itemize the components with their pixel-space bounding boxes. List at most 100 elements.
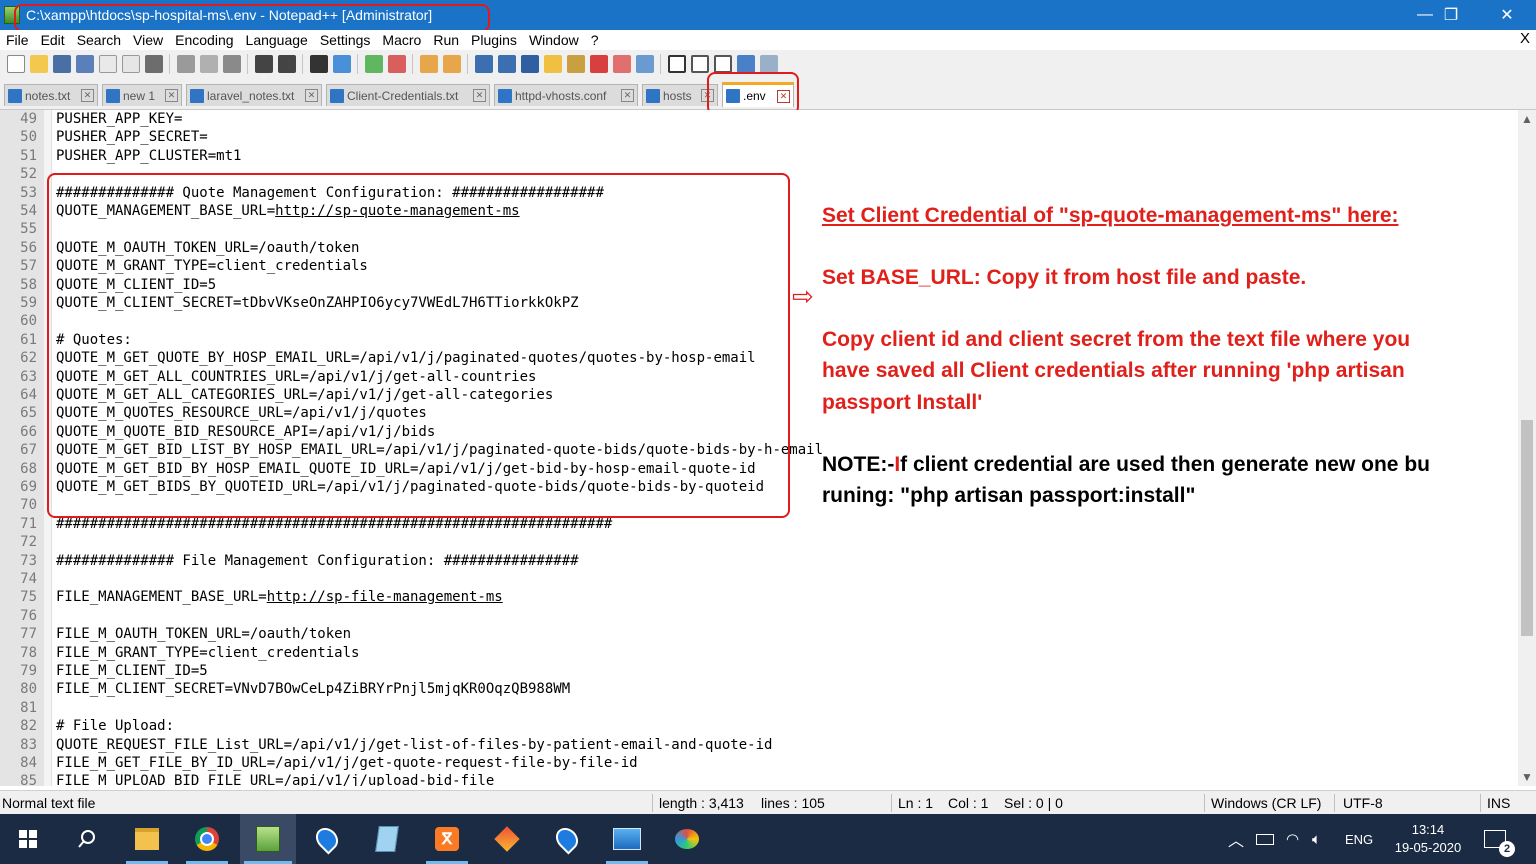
menu-view[interactable]: View (127, 32, 169, 48)
file-icon (330, 88, 344, 103)
quote-config-highlight-box (47, 173, 790, 518)
copy-icon[interactable] (199, 55, 218, 73)
record-macro-icon[interactable] (667, 55, 686, 73)
tab-close-icon[interactable]: ✕ (621, 89, 634, 102)
save-macro-icon[interactable] (759, 55, 778, 73)
sync-horizontal-icon[interactable] (442, 55, 461, 73)
save-icon[interactable] (52, 55, 71, 73)
tab-close-icon[interactable]: ✕ (81, 89, 94, 102)
close-file-icon[interactable] (98, 55, 117, 73)
line-text: PUSHER_APP_KEY= (56, 110, 182, 128)
tab-label: Client-Credentials.txt (347, 88, 459, 103)
line-number: 63 (20, 368, 37, 385)
menu-encoding[interactable]: Encoding (169, 32, 239, 48)
zoom-in-icon[interactable] (364, 55, 383, 73)
line-text: PUSHER_APP_SECRET= (56, 128, 208, 146)
close-all-icon[interactable] (121, 55, 140, 73)
tab-close-icon[interactable]: ✕ (305, 89, 318, 102)
show-all-chars-icon[interactable] (497, 55, 516, 73)
menu-macro[interactable]: Macro (376, 32, 427, 48)
line-number: 59 (20, 295, 37, 311)
save-all-icon[interactable] (75, 55, 94, 73)
open-file-icon[interactable] (29, 55, 48, 73)
new-file-icon[interactable] (6, 55, 25, 73)
notepad-icon[interactable] (362, 814, 412, 864)
search-icon[interactable] (62, 814, 112, 864)
code-line: 77 FILE_M_OAUTH_TOKEN_URL=/oauth/token (0, 625, 1510, 643)
zoom-out-icon[interactable] (387, 55, 406, 73)
menu-run[interactable]: Run (427, 32, 465, 48)
start-icon[interactable] (3, 814, 53, 864)
replace-icon[interactable] (332, 55, 351, 73)
tab-client-credentials[interactable]: Client-Credentials.txt ✕ (326, 84, 490, 106)
redo-icon[interactable] (277, 55, 296, 73)
file-icon (8, 88, 22, 103)
menu-help[interactable]: ? (585, 32, 605, 48)
toolbar-separator (467, 54, 468, 74)
scrollbar-thumb[interactable] (1521, 420, 1533, 636)
scroll-up-icon[interactable]: ▲ (1518, 112, 1536, 126)
menu-language[interactable]: Language (240, 32, 314, 48)
undo-icon[interactable] (254, 55, 273, 73)
tab-close-icon[interactable]: ✕ (473, 89, 486, 102)
notification-icon[interactable]: 2 (1484, 814, 1515, 864)
notepadpp-icon[interactable] (240, 814, 296, 864)
monitoring-icon[interactable] (635, 55, 654, 73)
tab-notes-txt[interactable]: notes.txt ✕ (4, 84, 98, 106)
code-line: 74 (0, 570, 1510, 588)
print-icon[interactable] (144, 55, 163, 73)
indent-guide-icon[interactable] (520, 55, 539, 73)
menu-edit[interactable]: Edit (35, 32, 71, 48)
tab-laravel-notes[interactable]: laravel_notes.txt ✕ (186, 84, 322, 106)
wifi-icon[interactable]: ◠ (1286, 814, 1299, 864)
code-line: 50 PUSHER_APP_SECRET= (0, 128, 1510, 146)
maximize-button[interactable]: ❐ (1428, 0, 1474, 30)
photos-icon[interactable] (602, 814, 652, 864)
line-number: 52 (20, 166, 37, 183)
line-content: FILE_M_CLIENT_ID=5 (56, 663, 208, 679)
menu-plugins[interactable]: Plugins (465, 32, 523, 48)
git-icon[interactable] (482, 814, 532, 864)
scroll-down-icon[interactable]: ▼ (1518, 770, 1536, 784)
menu-search[interactable]: Search (71, 32, 127, 48)
close-button[interactable]: ✕ (1484, 0, 1530, 30)
menu-file[interactable]: File (0, 32, 35, 48)
show-hidden-icons-icon[interactable]: ︿ (1228, 814, 1244, 864)
xampp-icon[interactable]: ⴳ (422, 814, 472, 864)
sync-vertical-icon[interactable] (419, 55, 438, 73)
battery-icon[interactable] (1256, 814, 1274, 864)
line-number: 82 (20, 718, 37, 735)
tab-close-icon[interactable]: ✕ (165, 89, 178, 102)
menu-window[interactable]: Window (523, 32, 585, 48)
chrome-icon[interactable] (182, 814, 232, 864)
paint-icon[interactable] (662, 814, 712, 864)
vertical-scrollbar[interactable]: ▲ ▼ (1518, 110, 1536, 786)
word-wrap-icon[interactable] (474, 55, 493, 73)
paste-icon[interactable] (222, 55, 241, 73)
line-number: 73 (20, 552, 37, 569)
doc-map-icon[interactable] (566, 55, 585, 73)
code-line: 84 FILE_M_GET_FILE_BY_ID_URL=/api/v1/j/ge… (0, 754, 1510, 772)
volume-icon[interactable]: 🔈︎ (1312, 814, 1321, 864)
code-line: 72 (0, 533, 1510, 551)
function-list-icon[interactable] (589, 55, 608, 73)
menu-settings[interactable]: Settings (314, 32, 377, 48)
tab-httpd-vhosts[interactable]: httpd-vhosts.conf ✕ (494, 84, 638, 106)
folder-workspace-icon[interactable] (612, 55, 631, 73)
cut-icon[interactable] (176, 55, 195, 73)
close-document-button[interactable]: X (1520, 30, 1530, 47)
clock[interactable]: 13:14 19-05-2020 (1390, 814, 1466, 864)
toolbar-separator (169, 54, 170, 74)
url-link[interactable]: http://sp-file-management-ms (267, 589, 503, 605)
find-icon[interactable] (309, 55, 328, 73)
maps-icon[interactable] (302, 814, 352, 864)
tab-new-1[interactable]: new 1 ✕ (102, 84, 182, 106)
language-indicator[interactable]: ENG (1345, 814, 1373, 864)
taskbar: ⴳ ︿ ◠ 🔈︎ ENG 13:14 19-05-2020 2 (0, 814, 1536, 864)
user-language-icon[interactable] (543, 55, 562, 73)
stop-macro-icon[interactable] (690, 55, 709, 73)
maps-icon-2[interactable] (542, 814, 592, 864)
run-macro-multiple-icon[interactable] (736, 55, 755, 73)
play-macro-icon[interactable] (713, 55, 732, 73)
file-explorer-icon[interactable] (122, 814, 172, 864)
